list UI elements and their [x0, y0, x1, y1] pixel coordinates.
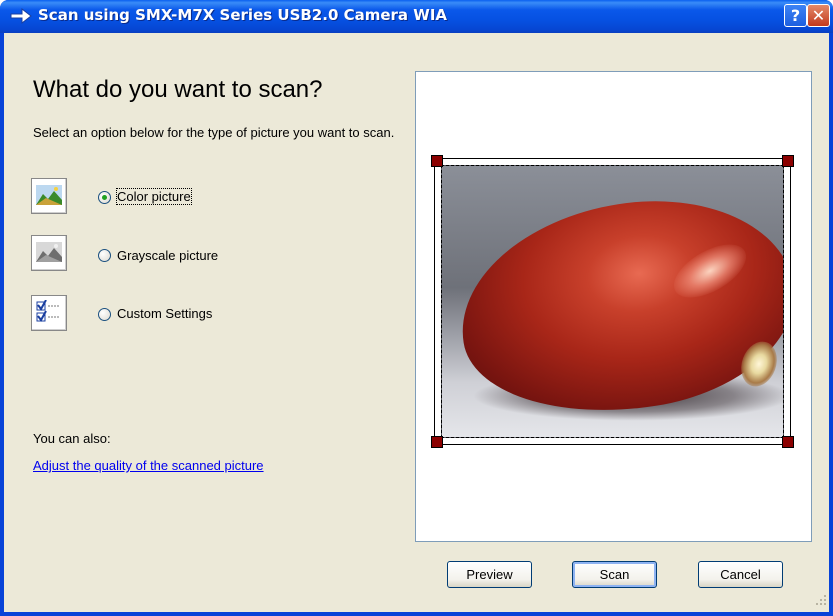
page-title: What do you want to scan? [33, 76, 323, 103]
custom-settings-label[interactable]: Custom Settings [117, 306, 212, 321]
cancel-button[interactable]: Cancel [698, 561, 783, 588]
close-icon: ✕ [811, 6, 826, 25]
help-icon: ? [790, 6, 801, 25]
close-button[interactable]: ✕ [807, 4, 830, 27]
color-picture-label[interactable]: Color picture [116, 188, 192, 205]
scan-button[interactable]: Scan [572, 561, 657, 588]
crop-handle-bottom-left[interactable] [431, 436, 443, 448]
color-picture-radio[interactable] [98, 191, 111, 204]
custom-settings-icon[interactable] [31, 295, 67, 331]
preview-button-label: Preview [466, 567, 513, 582]
you-can-also-label: You can also: [33, 431, 111, 446]
scan-button-label: Scan [599, 567, 630, 582]
preview-button[interactable]: Preview [447, 561, 532, 588]
dialog-body: What do you want to scan? Select an opti… [4, 33, 829, 612]
preview-pane[interactable] [415, 71, 812, 542]
cancel-button-label: Cancel [720, 567, 761, 582]
color-picture-icon[interactable] [31, 178, 67, 214]
preview-image [441, 165, 784, 438]
window-title: Scan using SMX-M7X Series USB2.0 Camera … [38, 6, 448, 24]
crop-handle-bottom-right[interactable] [782, 436, 794, 448]
custom-settings-radio[interactable] [98, 308, 111, 321]
help-button[interactable]: ? [784, 4, 807, 27]
description-text: Select an option below for the type of p… [33, 125, 395, 140]
grayscale-picture-label[interactable]: Grayscale picture [117, 248, 218, 263]
resize-grip-icon[interactable] [814, 593, 828, 607]
grayscale-picture-radio[interactable] [98, 249, 111, 262]
crop-handle-top-left[interactable] [431, 155, 443, 167]
scan-dialog-window: Scan using SMX-M7X Series USB2.0 Camera … [0, 0, 833, 616]
crop-handle-top-right[interactable] [782, 155, 794, 167]
grayscale-picture-icon[interactable] [31, 235, 67, 271]
scanner-arrow-icon [10, 7, 32, 25]
title-bar[interactable]: Scan using SMX-M7X Series USB2.0 Camera … [0, 0, 833, 33]
adjust-quality-link[interactable]: Adjust the quality of the scanned pictur… [33, 458, 264, 473]
crop-selection-frame[interactable] [431, 155, 794, 448]
